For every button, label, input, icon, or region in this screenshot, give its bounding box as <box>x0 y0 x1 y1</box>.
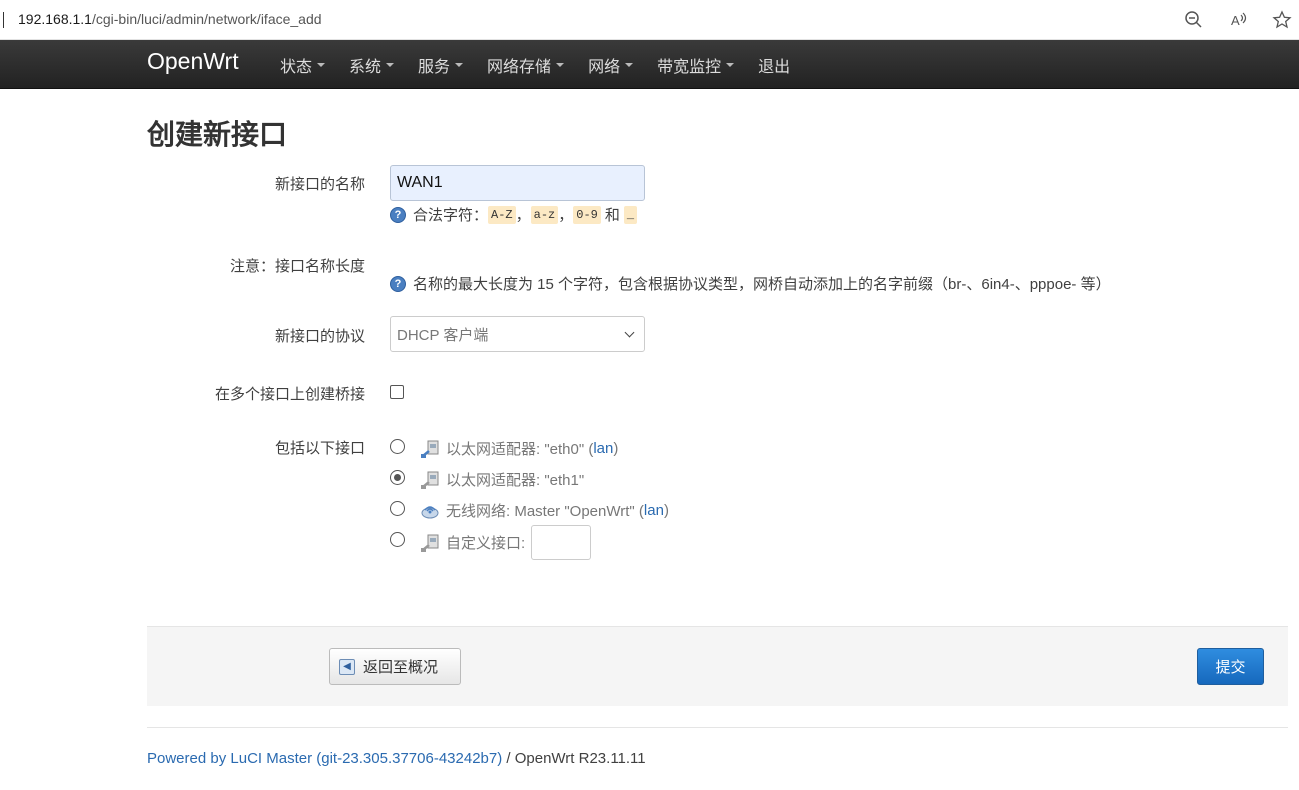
note-help: ? 名称的最大长度为 15 个字符，包含根据协议类型，网桥自动添加上的名字前缀（… <box>390 273 1111 294</box>
back-arrow-icon: ◀ <box>339 658 355 675</box>
caret-down-icon <box>556 63 565 67</box>
iface-suffix: ) <box>663 502 669 519</box>
form-actions: ◀ 返回至概况 提交 <box>147 626 1288 706</box>
menu-status[interactable]: 状态 <box>280 53 326 77</box>
lan-link[interactable]: lan <box>644 502 664 519</box>
lan-link[interactable]: lan <box>593 440 613 457</box>
help-and: 和 <box>604 207 620 224</box>
menu-label: 网络 <box>588 59 621 76</box>
browser-address-bar[interactable]: 192.168.1.1/cgi-bin/luci/admin/network/i… <box>0 0 1299 40</box>
iface-text: 以太网适配器: "eth1" <box>446 472 585 489</box>
version-text: / OpenWrt R23.11.11 <box>502 750 646 767</box>
url-text[interactable]: 192.168.1.1/cgi-bin/luci/admin/network/i… <box>18 11 322 27</box>
zoom-out-icon[interactable] <box>1184 10 1204 30</box>
menu-logout[interactable]: 退出 <box>758 53 790 77</box>
brand-logo[interactable]: OpenWrt <box>147 48 239 75</box>
menu-system[interactable]: 系统 <box>349 53 395 77</box>
menu-nas[interactable]: 网络存储 <box>487 53 565 77</box>
code-lowercase: a-z <box>530 205 559 224</box>
menu-label: 服务 <box>418 59 451 76</box>
menu-label: 网络存储 <box>487 59 552 76</box>
iface-text: 以太网适配器: "eth0" ( <box>446 441 594 458</box>
iface-text: 自定义接口: <box>446 535 526 552</box>
iface-eth0: 以太网适配器: "eth0" (lan) <box>420 438 618 459</box>
caret-down-icon <box>455 63 464 67</box>
include-label: 包括以下接口 <box>274 440 365 457</box>
help-separator: ， <box>558 207 574 224</box>
text-cursor <box>3 12 4 28</box>
caret-down-icon <box>317 63 326 67</box>
back-label: 返回至概况 <box>363 659 439 676</box>
svg-text:A: A <box>1231 13 1240 28</box>
caret-down-icon <box>625 63 634 67</box>
menu-network[interactable]: 网络 <box>588 53 634 77</box>
radio-eth1[interactable] <box>390 470 405 485</box>
bridge-checkbox[interactable] <box>390 385 404 399</box>
favorite-star-icon[interactable] <box>1272 10 1292 30</box>
chevron-down-icon <box>624 327 635 337</box>
menu-services[interactable]: 服务 <box>418 53 464 77</box>
iface-eth1: 以太网适配器: "eth1" <box>420 469 584 490</box>
radio-custom[interactable] <box>390 532 405 547</box>
ethernet-icon <box>421 440 439 458</box>
luci-link[interactable]: Powered by LuCI Master (git-23.305.37706… <box>147 750 502 767</box>
menu-label: 退出 <box>758 59 791 76</box>
help-prefix: 合法字符： <box>413 207 489 224</box>
menu-label: 状态 <box>280 59 313 76</box>
custom-interface-input[interactable] <box>531 525 592 560</box>
note-help-text: 名称的最大长度为 15 个字符，包含根据协议类型，网桥自动添加上的名字前缀（br… <box>413 276 1111 293</box>
note-label: 注意：接口名称长度 <box>229 258 365 275</box>
interface-name-input[interactable] <box>390 165 645 201</box>
page-title: 创建新接口 <box>147 119 288 150</box>
ethernet-icon <box>421 471 439 489</box>
iface-text: 无线网络: Master "OpenWrt" ( <box>446 503 644 520</box>
iface-wifi: 无线网络: Master "OpenWrt" (lan) <box>420 500 669 521</box>
caret-down-icon <box>386 63 395 67</box>
protocol-value: DHCP 客户端 <box>397 326 489 344</box>
iface-custom: 自定义接口: <box>420 525 592 560</box>
protocol-label: 新接口的协议 <box>274 328 365 345</box>
bridge-label: 在多个接口上创建桥接 <box>214 386 365 403</box>
code-digits: 0-9 <box>573 205 601 224</box>
help-separator: ， <box>515 207 531 224</box>
submit-button[interactable]: 提交 <box>1197 648 1264 685</box>
code-underscore: _ <box>623 205 638 224</box>
url-path: /cgi-bin/luci/admin/network/iface_add <box>91 11 322 27</box>
footer: Powered by LuCI Master (git-23.305.37706… <box>147 750 646 767</box>
iface-suffix: ) <box>613 440 619 457</box>
radio-wifi[interactable] <box>390 501 405 516</box>
help-icon: ? <box>390 206 406 223</box>
menu-bandwidth[interactable]: 带宽监控 <box>657 53 735 77</box>
caret-down-icon <box>726 63 735 67</box>
name-help: ? 合法字符： A-Z， a-z， 0-9 和 _ <box>390 204 638 225</box>
radio-eth0[interactable] <box>390 439 405 454</box>
main-menu: 状态 系统 服务 网络存储 网络 带宽监控 退出 <box>280 53 814 77</box>
wifi-icon <box>421 505 439 518</box>
name-label: 新接口的名称 <box>274 176 365 193</box>
protocol-select[interactable]: DHCP 客户端 <box>390 316 645 352</box>
footer-divider <box>147 727 1288 728</box>
back-to-overview-button[interactable]: ◀ 返回至概况 <box>329 648 461 685</box>
help-icon: ? <box>390 275 406 292</box>
top-navbar: OpenWrt 状态 系统 服务 网络存储 网络 带宽监控 退出 <box>0 40 1299 89</box>
menu-label: 系统 <box>349 59 382 76</box>
menu-label: 带宽监控 <box>657 59 722 76</box>
ethernet-icon <box>421 534 439 552</box>
read-aloud-icon[interactable]: A <box>1229 10 1249 30</box>
url-host: 192.168.1.1 <box>18 11 92 27</box>
code-uppercase: A-Z <box>488 205 516 224</box>
